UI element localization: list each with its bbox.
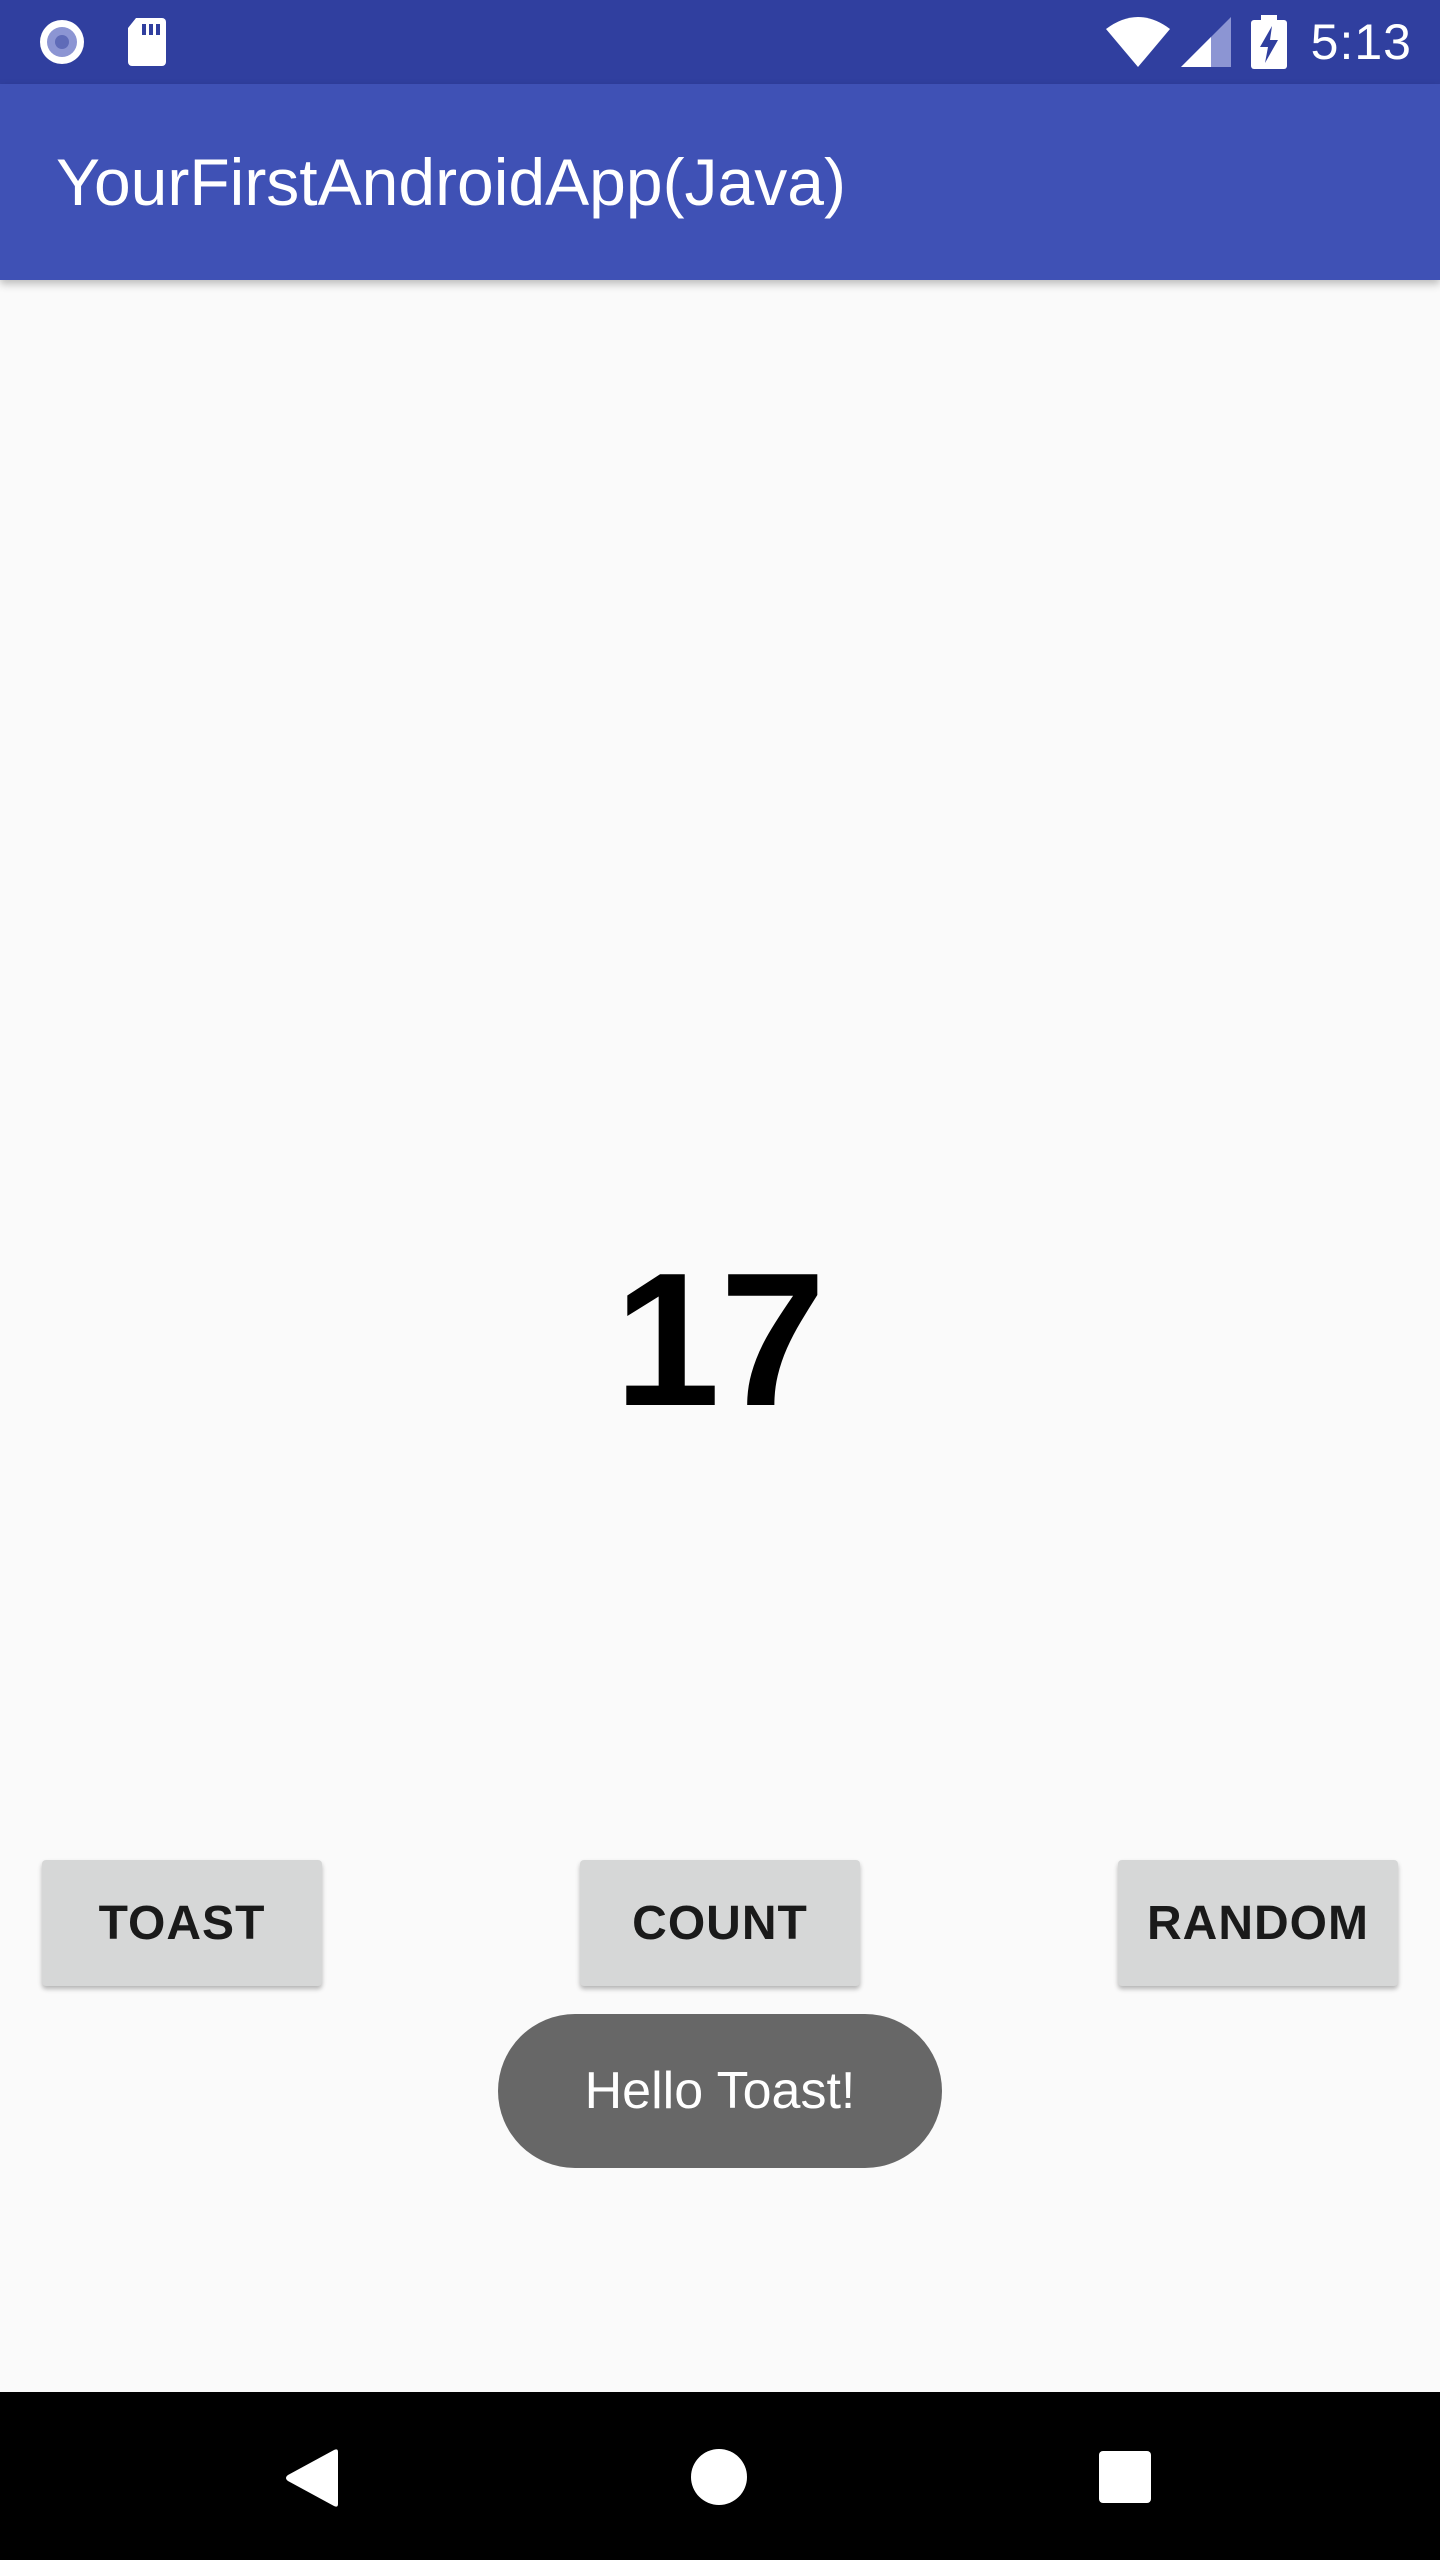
sd-card-icon: [128, 18, 166, 66]
count-display: 17: [614, 1234, 826, 1446]
toast-button[interactable]: TOAST: [42, 1860, 322, 1986]
status-icons: 5:13: [1105, 0, 1412, 84]
navigation-bar: [0, 2392, 1440, 2560]
record-icon: [40, 20, 84, 64]
app-title: YourFirstAndroidApp(Java): [56, 145, 846, 219]
wifi-icon: [1105, 17, 1170, 67]
back-icon[interactable]: [282, 2446, 342, 2510]
status-time: 5:13: [1310, 14, 1412, 70]
cell-signal-icon: [1180, 17, 1231, 67]
random-button[interactable]: RANDOM: [1118, 1860, 1398, 1986]
app-bar: YourFirstAndroidApp(Java): [0, 84, 1440, 280]
battery-charging-icon: [1250, 15, 1287, 69]
status-bar: 5:13: [0, 0, 1440, 84]
count-button[interactable]: COUNT: [580, 1860, 860, 1986]
home-icon[interactable]: [690, 2448, 748, 2506]
recents-icon[interactable]: [1098, 2450, 1152, 2504]
toast-message: Hello Toast!: [498, 2014, 942, 2168]
app-screen: 5:13 YourFirstAndroidApp(Java) 17 TOAST …: [0, 0, 1440, 2560]
